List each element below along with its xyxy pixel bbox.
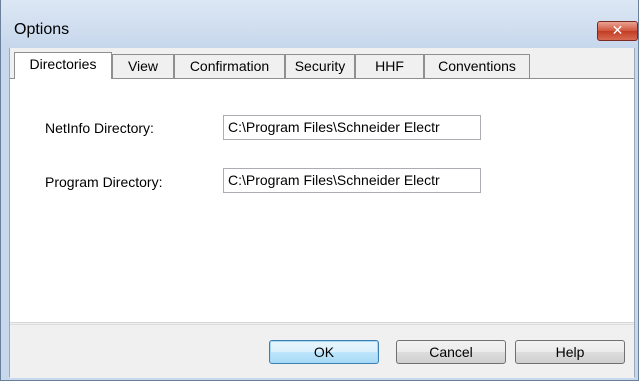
program-directory-field[interactable]: C:\Program Files\Schneider Electr [223, 168, 481, 193]
tab-conventions[interactable]: Conventions [424, 54, 530, 78]
tab-label: Security [294, 58, 346, 74]
close-button[interactable]: ✕ [597, 21, 638, 41]
title-bar[interactable]: Options ✕ [1, 0, 638, 48]
button-bar: OK Cancel Help [10, 324, 634, 378]
tab-label: Conventions [438, 58, 516, 74]
options-dialog: Options ✕ Directories View Confirmation … [0, 0, 639, 381]
netinfo-directory-field[interactable]: C:\Program Files\Schneider Electr [223, 115, 481, 140]
ok-button[interactable]: OK [269, 340, 379, 364]
dialog-client-area: Directories View Confirmation Security H… [9, 48, 635, 378]
tab-security[interactable]: Security [285, 54, 355, 78]
cancel-button[interactable]: Cancel [396, 340, 506, 364]
tab-hhf[interactable]: HHF [355, 54, 424, 78]
directories-panel: NetInfo Directory: C:\Program Files\Schn… [10, 78, 634, 323]
tab-label: Directories [29, 56, 97, 72]
tab-directories[interactable]: Directories [14, 52, 112, 79]
help-button[interactable]: Help [515, 340, 625, 364]
tab-confirmation[interactable]: Confirmation [174, 54, 285, 78]
tab-view[interactable]: View [112, 54, 174, 78]
tab-label: HHF [375, 58, 404, 74]
tab-label: View [127, 58, 159, 74]
tab-label: Confirmation [189, 58, 270, 74]
netinfo-directory-label: NetInfo Directory: [45, 120, 154, 136]
close-icon: ✕ [611, 22, 624, 38]
program-directory-label: Program Directory: [45, 174, 163, 190]
window-title: Options [14, 21, 70, 38]
